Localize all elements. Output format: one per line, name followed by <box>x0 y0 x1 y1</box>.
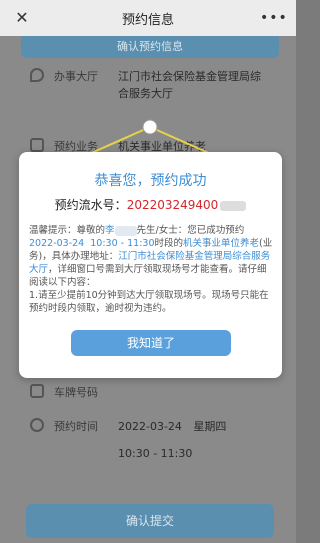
tips-time: 10:30 - 11:30 <box>90 238 155 249</box>
row-time: 预约时间 2022-03-24 星期四 10:30 - 11:30 <box>30 418 268 462</box>
redacted-name <box>114 225 137 236</box>
page-title: 预约信息 <box>121 12 174 28</box>
tips-text-part: 温馨提示：尊敬的 <box>29 225 106 236</box>
tips-text-part: ，详细窗口号需到大厅领取现场号才能查看。请仔细阅读以下内容： <box>29 264 267 288</box>
date-value: 2022-03-24 <box>118 420 182 433</box>
tips-text-part: 先生/女士：您已成功预约 <box>136 225 245 236</box>
document-icon <box>30 138 44 152</box>
time-value: 10:30 - 11:30 <box>118 447 193 460</box>
tips-text-part: 时段的 <box>154 238 184 249</box>
submit-button[interactable]: 确认提交 <box>26 504 274 538</box>
close-icon[interactable]: ✕ <box>12 8 32 28</box>
row-plate: 车牌号码 <box>30 384 118 400</box>
row-label: 车牌号码 <box>54 386 98 399</box>
success-dialog: 恭喜您，预约成功 预约流水号：202203249400 温馨提示：尊敬的李 先生/… <box>19 152 282 378</box>
row-value: 江门市社会保险基金管理局综合服务大厅 <box>118 70 261 100</box>
tips-business: 机关事业单位养老 <box>183 238 260 249</box>
clock-icon <box>30 418 44 432</box>
title-bar: ✕ 预约信息 ••• <box>0 0 296 36</box>
tips-text-part: 1.请至少提前10分钟到达大厅领取现场号。现场号只能在 <box>29 290 269 301</box>
tips-text: 温馨提示：尊敬的李 先生/女士：您已成功预约 2022-03-24 10:30 -… <box>29 224 273 315</box>
success-title: 恭喜您，预约成功 <box>94 173 207 189</box>
tips-text-part: 预约时段内领取，逾时视为违约。 <box>29 303 172 314</box>
customer-name: 李 <box>105 225 115 236</box>
location-icon <box>30 68 44 82</box>
row-label: 预约时间 <box>54 420 98 433</box>
car-icon <box>30 384 44 398</box>
row-label: 办事大厅 <box>54 70 98 83</box>
divider <box>30 404 270 405</box>
serial-line: 预约流水号：202203249400 <box>19 196 282 213</box>
serial-number: 202203249400 <box>126 198 219 212</box>
tips-date: 2022-03-24 <box>29 238 85 249</box>
redacted-block <box>220 200 247 211</box>
acknowledge-button[interactable]: 我知道了 <box>71 330 231 356</box>
row-value: 2022-03-24 星期四 10:30 - 11:30 <box>118 418 268 462</box>
serial-label: 预约流水号： <box>54 198 127 212</box>
confirm-header: 确认预约信息 <box>21 36 279 58</box>
row-hall: 办事大厅 江门市社会保险基金管理局综合服务大厅 <box>30 68 268 102</box>
more-icon[interactable]: ••• <box>260 8 287 28</box>
weekday-value: 星期四 <box>193 420 227 433</box>
divider <box>30 126 270 127</box>
